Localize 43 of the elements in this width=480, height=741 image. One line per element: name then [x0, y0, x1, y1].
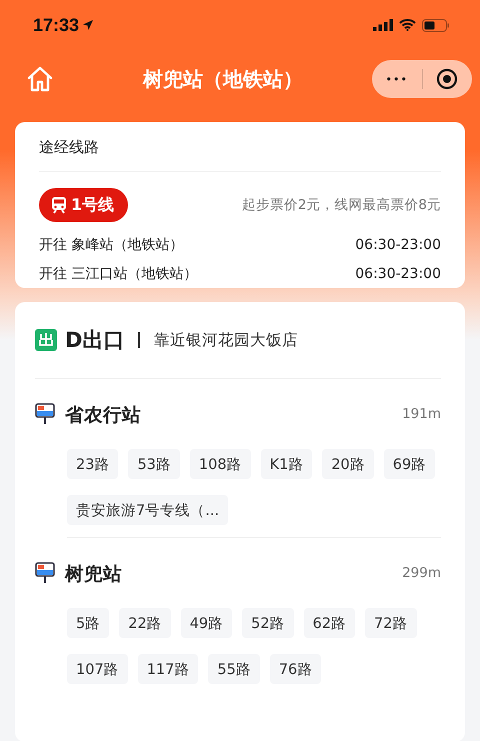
- line-badge[interactable]: 1号线: [39, 188, 128, 222]
- bus-route-chip[interactable]: 55路: [208, 654, 260, 684]
- bus-route-chip[interactable]: 72路: [365, 608, 416, 638]
- train-icon: [51, 196, 67, 214]
- bus-route-chip[interactable]: 76路: [270, 654, 322, 684]
- battery-icon: [422, 18, 450, 32]
- direction-label: 开往 象峰站（地铁站）: [39, 236, 184, 254]
- bus-route-chip[interactable]: 107路: [67, 654, 128, 684]
- bus-route-chip[interactable]: 22路: [119, 608, 171, 638]
- bus-route-chip[interactable]: 69路: [384, 449, 436, 479]
- bus-route-chip[interactable]: 贵安旅游7号专线（...: [67, 495, 228, 525]
- exit-landmark: 靠近银河花园大饭店: [154, 330, 298, 350]
- bus-stop-icon: [35, 562, 55, 584]
- stop-distance: 191m: [402, 406, 441, 422]
- wifi-icon: [399, 19, 416, 31]
- location-icon: [82, 19, 94, 31]
- bus-route-chip[interactable]: 5路: [67, 608, 110, 638]
- bus-stop-icon: [35, 403, 55, 425]
- page-title: 树兜站（地铁站）: [143, 66, 303, 92]
- service-hours: 06:30-23:00: [355, 266, 441, 282]
- bus-stop-name: 省农行站: [65, 404, 142, 426]
- direction-label: 开往 三江口站（地铁站）: [39, 264, 198, 282]
- stop-distance: 299m: [402, 565, 441, 581]
- service-hours: 06:30-23:00: [355, 236, 441, 252]
- bus-route-chip[interactable]: 108路: [190, 449, 251, 479]
- bus-route-chip[interactable]: 62路: [304, 608, 356, 638]
- close-target-icon[interactable]: [436, 68, 458, 90]
- bus-route-chip[interactable]: 52路: [242, 608, 294, 638]
- bus-route-chip[interactable]: 23路: [67, 449, 118, 479]
- exit-icon: [35, 329, 57, 351]
- card-title: 途经线路: [39, 122, 441, 172]
- exit-name: D出口: [65, 327, 124, 354]
- fare-text: 起步票价2元，线网最高票价8元: [242, 196, 441, 214]
- home-icon[interactable]: [26, 65, 54, 93]
- status-time: 17:33: [33, 14, 94, 36]
- bus-route-chip[interactable]: K1路: [260, 449, 312, 479]
- bus-stop-name: 树兜站: [65, 562, 123, 586]
- signal-icon: [373, 19, 393, 31]
- bus-route-chip[interactable]: 49路: [180, 608, 232, 638]
- more-button[interactable]: •••: [372, 72, 422, 86]
- bus-route-chip[interactable]: 117路: [138, 654, 198, 684]
- bus-route-chip[interactable]: 53路: [128, 449, 180, 479]
- bus-route-chip[interactable]: 20路: [322, 449, 374, 479]
